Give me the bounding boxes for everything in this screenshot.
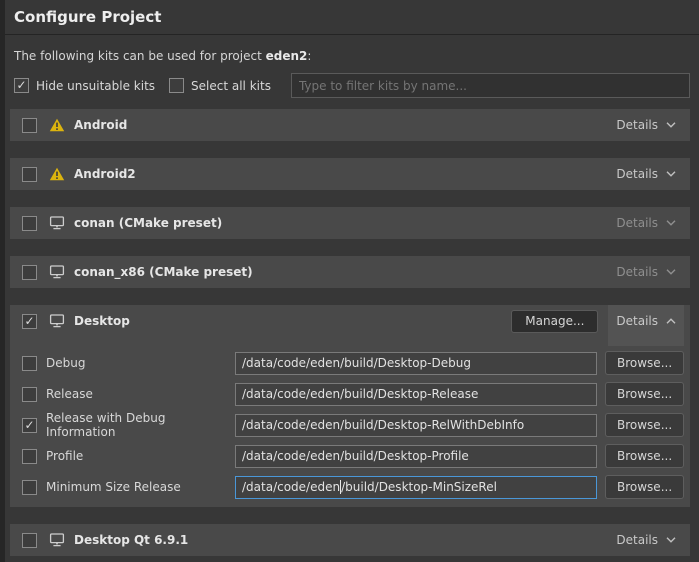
build-config-label-group[interactable]: Release: [22, 387, 235, 402]
build-config-checkbox[interactable]: [22, 387, 37, 402]
kit-header[interactable]: conan_x86 (CMake preset) Details: [10, 256, 690, 288]
select-all-kits-checkbox[interactable]: Select all kits: [169, 78, 271, 93]
build-config-label[interactable]: Minimum Size Release: [46, 480, 181, 494]
details-toggle-button[interactable]: Details: [608, 207, 684, 239]
kit-name: conan (CMake preset): [74, 216, 222, 230]
build-config-label-group[interactable]: Debug: [22, 356, 235, 371]
build-config-checkbox[interactable]: [22, 418, 37, 433]
chevron-down-icon: [666, 269, 676, 275]
warning-icon: [48, 167, 65, 181]
build-config-label-group[interactable]: Release with Debug Information: [22, 411, 235, 439]
kit-card: Desktop Qt 6.9.1 Details: [10, 524, 690, 556]
build-config-row: Release /data/code/eden/build/Desktop-Re…: [22, 382, 683, 406]
build-dir-path-input[interactable]: /data/code/eden/build/Desktop-Release: [235, 383, 597, 406]
browse-button[interactable]: Browse...: [605, 444, 684, 468]
build-config-checkbox[interactable]: [22, 480, 37, 495]
kit-filter-toolbar: Hide unsuitable kits Select all kits: [14, 73, 690, 98]
kit-card: conan_x86 (CMake preset) Details: [10, 256, 690, 288]
desktop-icon: [48, 216, 65, 230]
kit-header[interactable]: Desktop Manage... Details: [10, 305, 690, 337]
kit-checkbox[interactable]: [22, 533, 37, 548]
chevron-down-icon: [666, 220, 676, 226]
details-toggle-button[interactable]: Details: [608, 305, 684, 346]
intro-text: The following kits can be used for proje…: [14, 49, 686, 64]
build-config-label-group[interactable]: Minimum Size Release: [22, 480, 235, 495]
chevron-down-icon: [666, 171, 676, 177]
hide-unsuitable-kits-checkbox[interactable]: Hide unsuitable kits: [14, 78, 155, 93]
kit-name: conan_x86 (CMake preset): [74, 265, 253, 279]
desktop-icon: [48, 314, 65, 328]
kit-list: Android Details Android2 Details: [10, 109, 690, 556]
kit-filter-input[interactable]: [291, 73, 690, 98]
manage-button[interactable]: Manage...: [511, 310, 598, 333]
hide-unsuitable-kits-label[interactable]: Hide unsuitable kits: [36, 79, 155, 93]
kit-header[interactable]: conan (CMake preset) Details: [10, 207, 690, 239]
build-config-row: Debug /data/code/eden/build/Desktop-Debu…: [22, 351, 683, 375]
chevron-up-icon: [666, 318, 676, 324]
kit-header[interactable]: Android2 Details: [10, 158, 690, 190]
kit-checkbox[interactable]: [22, 118, 37, 133]
kit-name: Android2: [74, 167, 136, 181]
checkbox-icon[interactable]: [169, 78, 184, 93]
browse-button[interactable]: Browse...: [605, 382, 684, 406]
kit-checkbox[interactable]: [22, 167, 37, 182]
details-label: Details: [616, 265, 658, 279]
kit-name: Android: [74, 118, 127, 132]
browse-button[interactable]: Browse...: [605, 475, 684, 499]
build-config-label[interactable]: Profile: [46, 449, 83, 463]
kit-checkbox[interactable]: [22, 265, 37, 280]
build-dir-path-input[interactable]: /data/code/eden/build/Desktop-Debug: [235, 352, 597, 375]
kit-card: Android Details: [10, 109, 690, 141]
kit-header[interactable]: Android Details: [10, 109, 690, 141]
build-dir-path-input[interactable]: /data/code/eden/build/Desktop-Profile: [235, 445, 597, 468]
build-dir-path-input[interactable]: /data/code/eden/build/Desktop-MinSizeRel: [235, 476, 597, 499]
chevron-down-icon: [666, 122, 676, 128]
build-config-row: Profile /data/code/eden/build/Desktop-Pr…: [22, 444, 683, 468]
kit-card: conan (CMake preset) Details: [10, 207, 690, 239]
build-config-checkbox[interactable]: [22, 356, 37, 371]
project-name: eden2: [266, 49, 308, 63]
browse-button[interactable]: Browse...: [605, 351, 684, 375]
kit-name: Desktop Qt 6.9.1: [74, 533, 188, 547]
kit-header[interactable]: Desktop Qt 6.9.1 Details: [10, 524, 690, 556]
kit-checkbox[interactable]: [22, 216, 37, 231]
build-dir-path-input[interactable]: /data/code/eden/build/Desktop-RelWithDeb…: [235, 414, 597, 437]
details-toggle-button[interactable]: Details: [608, 109, 684, 141]
page-header: Configure Project: [0, 0, 699, 35]
kit-card: Desktop Manage... Details Debug /data/co…: [10, 305, 690, 507]
build-config-label[interactable]: Debug: [46, 356, 85, 370]
details-label: Details: [616, 533, 658, 547]
details-label: Details: [616, 216, 658, 230]
details-label: Details: [616, 314, 658, 328]
desktop-icon: [48, 533, 65, 547]
chevron-down-icon: [666, 537, 676, 543]
panel-edge-divider: [0, 0, 5, 562]
checkbox-icon[interactable]: [14, 78, 29, 93]
select-all-kits-label[interactable]: Select all kits: [191, 79, 271, 93]
details-toggle-button[interactable]: Details: [608, 256, 684, 288]
details-toggle-button[interactable]: Details: [608, 158, 684, 190]
build-config-label[interactable]: Release: [46, 387, 93, 401]
build-config-label[interactable]: Release with Debug Information: [46, 411, 235, 439]
kit-name: Desktop: [74, 314, 130, 328]
build-config-row: Minimum Size Release /data/code/eden/bui…: [22, 475, 683, 499]
kit-card: Android2 Details: [10, 158, 690, 190]
build-config-row: Release with Debug Information /data/cod…: [22, 413, 683, 437]
build-config-label-group[interactable]: Profile: [22, 449, 235, 464]
details-label: Details: [616, 118, 658, 132]
browse-button[interactable]: Browse...: [605, 413, 684, 437]
details-label: Details: [616, 167, 658, 181]
kit-checkbox[interactable]: [22, 314, 37, 329]
build-config-checkbox[interactable]: [22, 449, 37, 464]
kit-build-configs: Debug /data/code/eden/build/Desktop-Debu…: [10, 337, 690, 507]
page-title: Configure Project: [14, 8, 686, 26]
desktop-icon: [48, 265, 65, 279]
details-toggle-button[interactable]: Details: [608, 524, 684, 556]
warning-icon: [48, 118, 65, 132]
